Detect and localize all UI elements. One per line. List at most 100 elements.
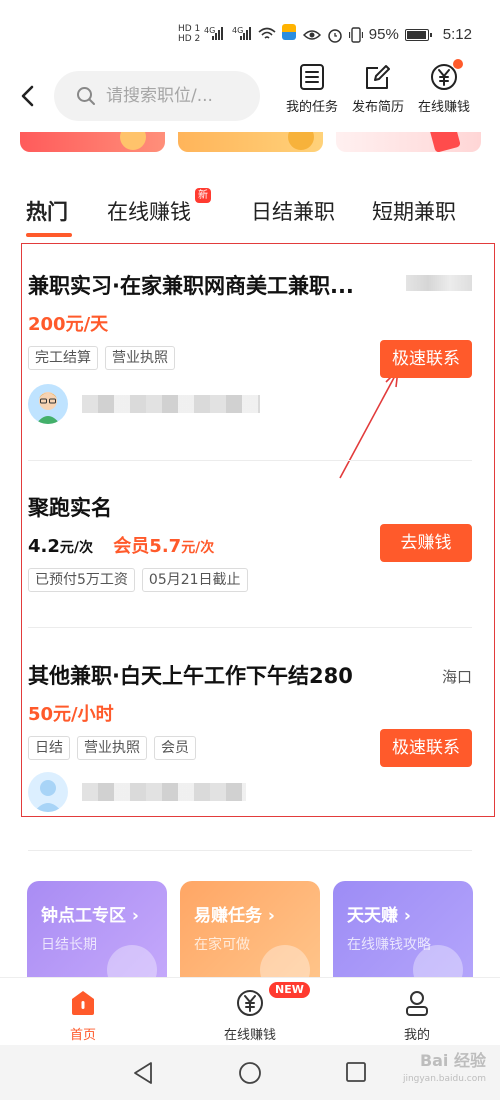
feature-title: 天天赚 › xyxy=(347,906,411,926)
tab-daily-pay[interactable]: 日结兼职 xyxy=(251,196,335,226)
job-location: 海口 xyxy=(441,668,472,686)
nav-profile[interactable]: 我的 xyxy=(367,988,467,1043)
wifi-icon xyxy=(258,27,276,39)
company-label-redacted xyxy=(406,275,472,291)
online-earn-button[interactable]: 在线赚钱 xyxy=(406,59,482,115)
tab-online-earn[interactable]: 在线赚钱 xyxy=(107,196,191,226)
member-price-unit: 元/次 xyxy=(181,540,215,556)
member-label: 会员 xyxy=(113,536,150,557)
alarm-icon xyxy=(328,28,342,43)
nav-home-label: 首页 xyxy=(69,1028,96,1043)
search-box[interactable] xyxy=(54,71,260,121)
system-back-icon[interactable] xyxy=(132,1061,154,1085)
job-tag: 05月21日截止 xyxy=(141,568,248,592)
new-badge: 新 xyxy=(195,188,211,203)
chevron-right-icon: › xyxy=(267,906,275,926)
network-label-1: HD 1 xyxy=(178,24,201,34)
chevron-right-icon: › xyxy=(131,906,139,926)
job-tags: 已预付5万工资 05月21日截止 xyxy=(28,568,472,592)
job-tag: 已预付5万工资 xyxy=(28,568,135,592)
yuan-coin-icon xyxy=(235,988,265,1018)
feature-title: 易赚任务 › xyxy=(194,906,275,926)
yuan-coin-icon xyxy=(429,59,463,92)
status-bar: HD 1 HD 2 4G 4G 95% 5:12 xyxy=(0,0,500,56)
job-card[interactable]: 兼职实习·在家兼职网商美工兼职... 200元/天 完工结算 营业执照 极速联系 xyxy=(28,270,472,424)
network-label-2: HD 2 xyxy=(178,34,201,44)
category-tabs: 热门 在线赚钱 新 日结兼职 短期兼职 xyxy=(0,188,500,240)
job-tag: 日结 xyxy=(28,736,70,760)
watermark-url: jingyan.baidu.com xyxy=(402,1074,486,1084)
job-card[interactable]: 其他兼职·白天上午工作下午结280 海口 50元/小时 日结 营业执照 会员 极… xyxy=(28,660,472,812)
nav-profile-label: 我的 xyxy=(403,1028,430,1043)
eye-icon xyxy=(302,29,321,40)
edit-resume-icon xyxy=(363,62,393,92)
vibrate-icon xyxy=(348,26,363,43)
quick-contact-button[interactable]: 极速联系 xyxy=(380,729,472,767)
notification-dot xyxy=(453,59,463,69)
my-tasks-label: 我的任务 xyxy=(285,100,338,115)
avatar xyxy=(28,384,68,424)
post-resume-label: 发布简历 xyxy=(351,100,404,115)
nav-home[interactable]: 首页 xyxy=(33,988,133,1043)
job-title: 其他兼职·白天上午工作下午结280 xyxy=(28,664,353,688)
job-salary: 200元/天 xyxy=(28,314,109,335)
post-resume-button[interactable]: 发布简历 xyxy=(340,60,416,115)
network-indicator: HD 1 HD 2 xyxy=(178,24,200,44)
job-tag: 会员 xyxy=(154,736,196,760)
home-icon xyxy=(68,988,98,1018)
search-icon xyxy=(77,87,95,105)
signal-bars-icon xyxy=(212,26,223,40)
divider xyxy=(28,850,472,851)
battery-icon xyxy=(404,28,432,41)
job-poster xyxy=(28,772,472,812)
red-envelope-icon xyxy=(429,132,461,152)
banner-card-3[interactable] xyxy=(336,132,481,152)
battery-percent: 95% xyxy=(368,26,399,43)
banner-card-2[interactable] xyxy=(178,132,323,152)
job-poster xyxy=(28,384,472,424)
price-value: 4.2 xyxy=(28,536,60,557)
nav-online-earn-label: 在线赚钱 xyxy=(223,1028,276,1043)
feature-title: 钟点工专区 › xyxy=(41,906,139,926)
signal-bars-icon xyxy=(240,26,251,40)
system-home-icon[interactable] xyxy=(238,1061,262,1085)
clock: 5:12 xyxy=(442,26,472,43)
tab-short-term[interactable]: 短期兼职 xyxy=(372,196,456,226)
active-tab-indicator xyxy=(26,233,72,237)
watermark-logo: Bai 经验 jingyan.baidu.com xyxy=(403,1052,486,1088)
quick-contact-button[interactable]: 极速联系 xyxy=(380,340,472,378)
job-title: 聚跑实名 xyxy=(28,496,112,520)
job-salary: 50元/小时 xyxy=(28,704,114,725)
task-list-icon xyxy=(297,62,327,92)
system-recents-icon[interactable] xyxy=(345,1061,367,1083)
app-notification-icon xyxy=(282,24,296,40)
status-right: 95% 5:12 xyxy=(302,26,472,43)
job-tag: 营业执照 xyxy=(77,736,147,760)
feature-card-hourly[interactable]: 钟点工专区 › 日结长期 xyxy=(27,881,167,977)
watermark-text: Bai 经验 xyxy=(419,1051,486,1070)
back-arrow-icon[interactable] xyxy=(14,78,42,114)
banner-card-1[interactable] xyxy=(20,132,165,152)
search-input[interactable] xyxy=(106,86,246,106)
divider xyxy=(28,460,472,461)
avatar xyxy=(28,772,68,812)
tab-hot[interactable]: 热门 xyxy=(26,196,68,226)
my-tasks-button[interactable]: 我的任务 xyxy=(274,60,350,115)
job-tag: 完工结算 xyxy=(28,346,98,370)
member-price-value: 5.7 xyxy=(149,536,182,557)
online-earn-label: 在线赚钱 xyxy=(417,100,470,115)
go-earn-button[interactable]: 去赚钱 xyxy=(380,524,472,562)
job-tag: 营业执照 xyxy=(105,346,175,370)
chevron-right-icon: › xyxy=(403,906,411,926)
job-card[interactable]: 聚跑实名 4.2元/次 会员5.7元/次 已预付5万工资 05月21日截止 去赚… xyxy=(28,492,472,592)
bottom-nav: 首页 在线赚钱 NEW 我的 xyxy=(0,977,500,1045)
coin-icon xyxy=(120,132,146,150)
profile-icon xyxy=(402,988,432,1018)
poster-name-redacted xyxy=(82,783,246,801)
new-badge: NEW xyxy=(268,981,311,999)
feature-card-daily-earn[interactable]: 天天赚 › 在线赚钱攻略 xyxy=(333,881,473,977)
poster-name-redacted xyxy=(82,395,260,413)
feature-card-easy-tasks[interactable]: 易赚任务 › 在家可做 xyxy=(180,881,320,977)
coin-icon xyxy=(288,132,314,150)
divider xyxy=(28,627,472,628)
